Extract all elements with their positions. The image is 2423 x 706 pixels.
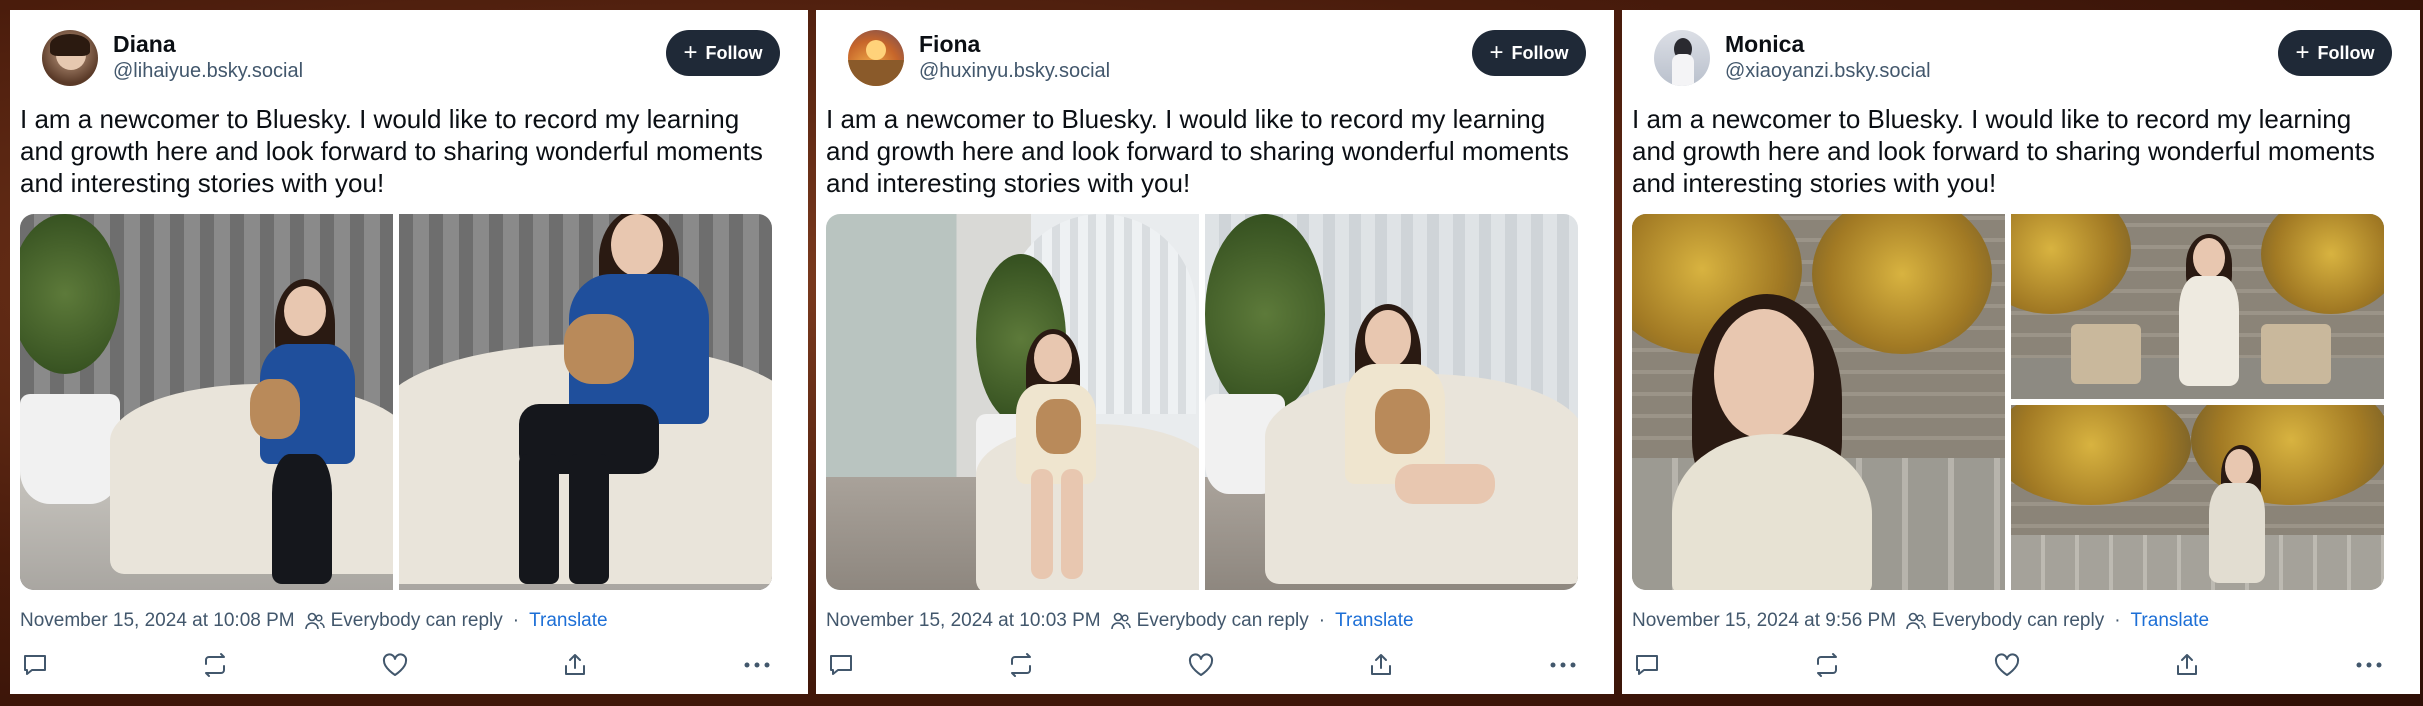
post-header: Diana @lihaiyue.bsky.social + Follow: [32, 10, 786, 100]
reply-icon: [830, 655, 852, 675]
post-meta: November 15, 2024 at 10:03 PM Everybody …: [826, 610, 1414, 632]
author-handle[interactable]: @lihaiyue.bsky.social: [113, 60, 303, 83]
people-icon: [1110, 612, 1131, 630]
plus-icon: +: [683, 39, 698, 66]
translate-link[interactable]: Translate: [529, 610, 608, 632]
post-image[interactable]: [826, 214, 1199, 590]
post-actions: [1632, 650, 2384, 682]
translate-link[interactable]: Translate: [2131, 610, 2210, 632]
follow-button[interactable]: + Follow: [2278, 30, 2392, 76]
reply-button[interactable]: [1632, 650, 1662, 680]
plus-icon: +: [2295, 39, 2310, 66]
follow-button[interactable]: + Follow: [1472, 30, 1586, 76]
repost-icon: [1817, 653, 1837, 677]
reply-icon: [1636, 655, 1658, 675]
more-button[interactable]: [1548, 650, 1578, 680]
reply-setting: Everybody can reply: [1110, 610, 1309, 632]
follow-label: Follow: [2317, 42, 2375, 63]
post-actions: [826, 650, 1578, 682]
post-image[interactable]: [1632, 214, 2005, 590]
reply-button[interactable]: [20, 650, 50, 680]
post-image[interactable]: [2011, 405, 2384, 590]
repost-icon: [205, 653, 225, 677]
reply-setting: Everybody can reply: [304, 610, 503, 632]
post-media: [20, 214, 772, 590]
post-text: I am a newcomer to Bluesky. I would like…: [1632, 104, 2375, 198]
post-actions: [20, 650, 772, 682]
post-header: Monica @xiaoyanzi.bsky.social + Follow: [1644, 10, 2398, 100]
post-card: Fiona @huxinyu.bsky.social + Follow I am…: [816, 10, 1614, 694]
post-media: [826, 214, 1578, 590]
more-icon: [1550, 662, 1576, 668]
post-media: [1632, 214, 2384, 590]
post-image[interactable]: [20, 214, 393, 590]
more-icon: [744, 662, 770, 668]
repost-icon: [1011, 653, 1031, 677]
avatar[interactable]: [848, 30, 904, 86]
author-handle[interactable]: @huxinyu.bsky.social: [919, 60, 1110, 83]
post-image[interactable]: [2011, 214, 2384, 399]
reply-setting-label: Everybody can reply: [1136, 610, 1309, 631]
separator: ·: [512, 610, 520, 631]
repost-button[interactable]: [1812, 650, 1842, 680]
avatar[interactable]: [42, 30, 98, 86]
share-button[interactable]: [1366, 650, 1396, 680]
more-icon: [2356, 662, 2382, 668]
reply-setting: Everybody can reply: [1906, 610, 2104, 632]
repost-button[interactable]: [200, 650, 230, 680]
reply-setting-label: Everybody can reply: [1932, 610, 2105, 631]
author-name[interactable]: Monica: [1725, 31, 1804, 58]
avatar[interactable]: [1654, 30, 1710, 86]
reply-icon: [24, 655, 46, 675]
plus-icon: +: [1489, 39, 1504, 66]
post-timestamp[interactable]: November 15, 2024 at 10:03 PM: [826, 610, 1101, 632]
like-button[interactable]: [1992, 650, 2022, 680]
post-text: I am a newcomer to Bluesky. I would like…: [826, 104, 1569, 198]
like-button[interactable]: [1186, 650, 1216, 680]
translate-link[interactable]: Translate: [1335, 610, 1414, 632]
share-icon: [1371, 654, 1391, 675]
post-text: I am a newcomer to Bluesky. I would like…: [20, 104, 763, 198]
share-button[interactable]: [560, 650, 590, 680]
more-button[interactable]: [742, 650, 772, 680]
share-button[interactable]: [2172, 650, 2202, 680]
like-icon: [1994, 653, 2020, 676]
author-name[interactable]: Diana: [113, 31, 176, 58]
like-icon: [1188, 653, 1214, 676]
post-card: Diana @lihaiyue.bsky.social + Follow I a…: [10, 10, 808, 694]
post-image[interactable]: [1205, 214, 1578, 590]
separator: ·: [2114, 610, 2121, 631]
like-button[interactable]: [380, 650, 410, 680]
separator: ·: [1318, 610, 1326, 631]
more-button[interactable]: [2354, 650, 2384, 680]
post-timestamp[interactable]: November 15, 2024 at 10:08 PM: [20, 610, 295, 632]
people-icon: [1906, 612, 1926, 630]
like-icon: [382, 653, 408, 676]
people-icon: [304, 612, 325, 630]
image-column: [2011, 214, 2384, 590]
post-header: Fiona @huxinyu.bsky.social + Follow: [838, 10, 1592, 100]
reply-setting-label: Everybody can reply: [330, 610, 503, 631]
post-timestamp[interactable]: November 15, 2024 at 9:56 PM: [1632, 610, 1896, 632]
author-handle[interactable]: @xiaoyanzi.bsky.social: [1725, 60, 1931, 83]
reply-button[interactable]: [826, 650, 856, 680]
post-image[interactable]: [399, 214, 772, 590]
author-name[interactable]: Fiona: [919, 31, 980, 58]
share-icon: [2177, 654, 2197, 675]
follow-label: Follow: [1511, 42, 1569, 63]
post-meta: November 15, 2024 at 9:56 PM Everybody c…: [1632, 610, 2209, 632]
follow-button[interactable]: + Follow: [666, 30, 780, 76]
post-meta: November 15, 2024 at 10:08 PM Everybody …: [20, 610, 608, 632]
repost-button[interactable]: [1006, 650, 1036, 680]
post-card: Monica @xiaoyanzi.bsky.social + Follow I…: [1622, 10, 2420, 694]
follow-label: Follow: [705, 42, 763, 63]
share-icon: [565, 654, 585, 675]
